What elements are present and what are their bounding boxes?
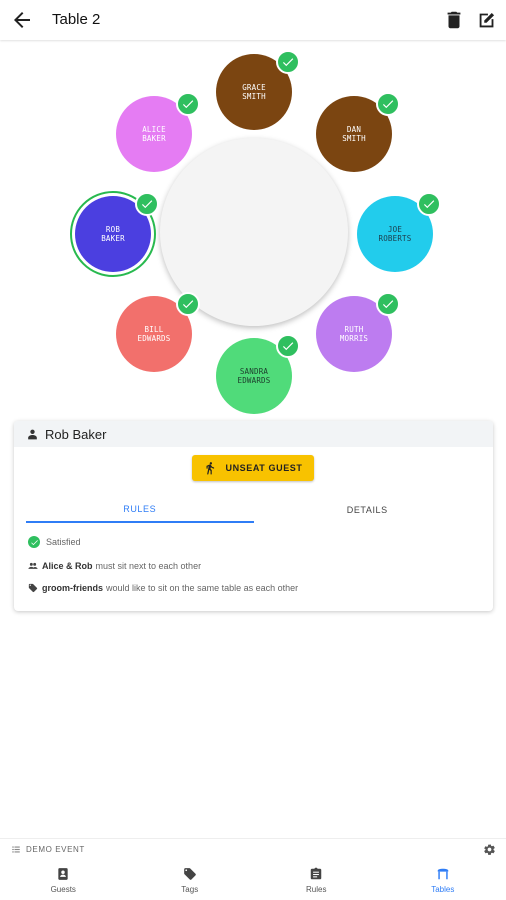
rule-subject: Alice & Rob: [42, 561, 93, 571]
rule-item: Alice & Rob must sit next to each other: [28, 561, 201, 571]
delete-icon[interactable]: [443, 9, 465, 31]
bottom-nav: Guests Tags Rules Tables: [0, 860, 506, 900]
guest-name: Rob Baker: [45, 426, 107, 442]
rules-status: Satisfied: [28, 536, 81, 548]
nav-guests[interactable]: Guests: [0, 860, 127, 900]
nav-label: Rules: [306, 885, 327, 894]
person-icon: [28, 429, 37, 439]
walking-person-icon: [206, 462, 215, 475]
clipboard-icon: [311, 867, 322, 880]
people-icon: [28, 562, 38, 569]
list-icon: [12, 846, 20, 853]
check-icon: [276, 50, 300, 74]
seat-guest-name: SANDRA EDWARDS: [237, 367, 271, 385]
seat-guest-name: RUTH MORRIS: [339, 325, 369, 343]
event-bar: DEMO EVENT: [0, 838, 506, 860]
page-title: Table 2: [52, 11, 101, 28]
nav-label: Guests: [50, 885, 76, 894]
status-text: Satisfied: [46, 537, 81, 547]
nav-label: Tables: [431, 885, 455, 894]
tab-rules[interactable]: RULES: [26, 497, 254, 523]
check-icon: [276, 334, 300, 358]
seat-ruth-morris[interactable]: RUTH MORRIS: [316, 292, 400, 372]
guest-tabs: RULES DETAILS: [26, 497, 481, 523]
edit-icon[interactable]: [476, 9, 498, 31]
check-icon: [376, 92, 400, 116]
rule-item: groom-friends would like to sit on the s…: [28, 583, 298, 593]
event-name[interactable]: DEMO EVENT: [26, 845, 85, 854]
seat-rob-baker[interactable]: ROB BAKER: [70, 191, 159, 277]
tab-details[interactable]: DETAILS: [254, 497, 482, 523]
seat-grace-smith[interactable]: GRACE SMITH: [216, 50, 300, 130]
nav-tables[interactable]: Tables: [380, 860, 506, 900]
seat-guest-name: ALICE BAKER: [142, 125, 166, 143]
unseat-guest-label: UNSEAT GUEST: [225, 463, 303, 473]
seating-chart: GRACE SMITH DAN SMITH JOE ROBERTS RUTH M…: [0, 42, 506, 414]
seat-guest-name: ROB BAKER: [101, 225, 125, 243]
check-icon: [376, 292, 400, 316]
check-icon: [135, 192, 159, 216]
rule-text: must sit next to each other: [95, 561, 202, 571]
seat-guest-name: GRACE SMITH: [242, 83, 266, 101]
check-icon: [417, 192, 441, 216]
guest-card-header: Rob Baker: [14, 421, 493, 447]
seat-alice-baker[interactable]: ALICE BAKER: [116, 92, 200, 172]
seat-guest-name: DAN SMITH: [342, 125, 366, 143]
seat-guest-name: BILL EDWARDS: [137, 325, 171, 343]
seat-dan-smith[interactable]: DAN SMITH: [316, 92, 400, 172]
nav-tags[interactable]: Tags: [127, 860, 254, 900]
rule-text: would like to sit on the same table as e…: [106, 583, 299, 593]
nav-label: Tags: [181, 885, 199, 894]
check-circle-icon: [28, 536, 40, 548]
seat-guest-name: JOE ROBERTS: [378, 225, 412, 243]
tag-icon: [183, 868, 196, 880]
rule-subject: groom-friends: [42, 583, 104, 593]
table-icon: [437, 868, 448, 880]
seat-joe-roberts[interactable]: JOE ROBERTS: [357, 192, 441, 272]
tag-icon: [28, 583, 38, 593]
guest-card: Rob Baker UNSEAT GUEST RULES DETAILS Sat…: [14, 421, 493, 611]
nav-rules[interactable]: Rules: [253, 860, 380, 900]
seat-bill-edwards[interactable]: BILL EDWARDS: [116, 292, 200, 372]
gear-icon[interactable]: [483, 843, 496, 856]
check-icon: [176, 292, 200, 316]
seat-sandra-edwards[interactable]: SANDRA EDWARDS: [216, 334, 300, 414]
unseat-guest-button[interactable]: UNSEAT GUEST: [192, 455, 314, 481]
back-arrow-icon[interactable]: [10, 8, 34, 32]
app-bar: Table 2: [0, 0, 506, 40]
check-icon: [176, 92, 200, 116]
contact-icon: [58, 868, 68, 880]
